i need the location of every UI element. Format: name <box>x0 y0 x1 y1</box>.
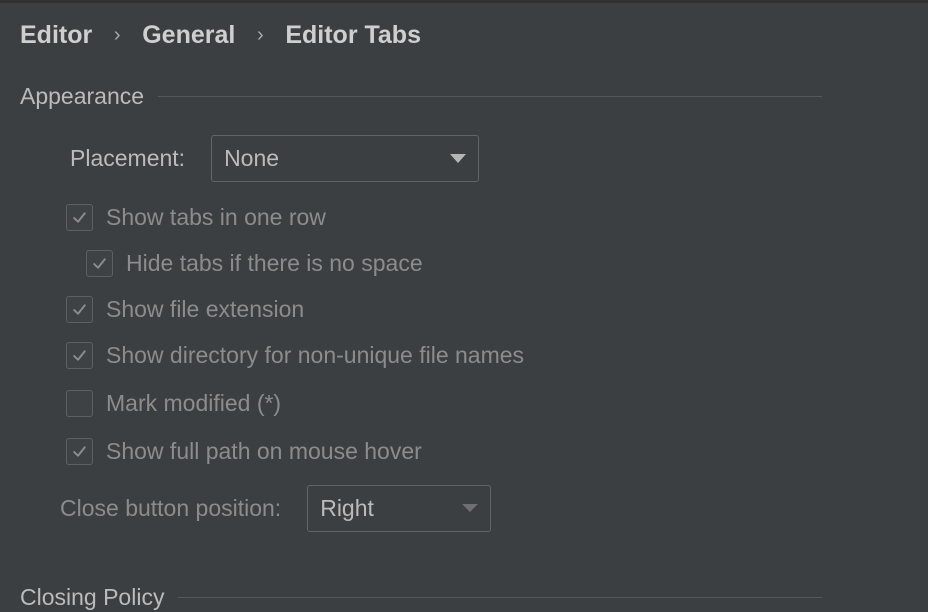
appearance-section-title: Appearance <box>20 82 145 109</box>
close-button-position-label: Close button position: <box>60 494 282 521</box>
checkmark-icon <box>73 445 86 457</box>
close-button-position-dropdown[interactable]: Right <box>307 484 492 532</box>
checkbox[interactable] <box>66 203 93 231</box>
checkbox[interactable] <box>66 341 93 369</box>
dropdown-arrow-icon <box>450 154 467 163</box>
checkbox[interactable] <box>66 437 93 465</box>
dropdown-arrow-icon <box>462 504 479 512</box>
closing-policy-section-title: Closing Policy <box>20 583 165 610</box>
checkbox-hide-tabs-if-no-space[interactable]: Hide tabs if there is no space <box>86 249 423 277</box>
checkbox-show-file-extension[interactable]: Show file extension <box>66 295 304 323</box>
window-top-border <box>0 0 928 3</box>
checkbox-label: Mark modified (*) <box>106 389 282 416</box>
checkmark-icon <box>73 303 86 315</box>
section-divider <box>178 596 822 598</box>
placement-label: Placement: <box>70 145 186 171</box>
checkbox[interactable] <box>66 389 93 417</box>
checkbox-show-directory-non-unique[interactable]: Show directory for non-unique file names <box>66 341 524 369</box>
checkbox-label: Show tabs in one row <box>106 203 326 230</box>
breadcrumb: Editor › General › Editor Tabs <box>20 20 421 50</box>
section-divider <box>158 95 822 97</box>
checkbox-show-tabs-in-one-row[interactable]: Show tabs in one row <box>66 203 326 231</box>
breadcrumb-item-general[interactable]: General <box>142 21 235 50</box>
breadcrumb-item-editor[interactable]: Editor <box>20 21 92 50</box>
closing-policy-section-header: Closing Policy <box>20 582 822 612</box>
checkmark-icon <box>73 211 86 223</box>
close-button-position-row: Close button position: Right <box>60 484 492 532</box>
chevron-right-icon: › <box>113 23 121 46</box>
checkbox-label: Show file extension <box>106 295 305 322</box>
placement-dropdown[interactable]: None <box>211 135 480 182</box>
checkmark-icon <box>93 257 106 269</box>
checkbox-label: Show directory for non-unique file names <box>106 341 525 368</box>
checkmark-icon <box>73 349 86 361</box>
breadcrumb-item-editor-tabs: Editor Tabs <box>285 20 421 49</box>
checkbox[interactable] <box>66 295 93 323</box>
placement-row: Placement: None <box>70 135 480 182</box>
checkbox-show-full-path-hover[interactable]: Show full path on mouse hover <box>66 437 422 465</box>
chevron-right-icon: › <box>256 23 264 46</box>
checkbox[interactable] <box>86 249 113 277</box>
checkbox-label: Hide tabs if there is no space <box>126 249 423 276</box>
checkbox-mark-modified[interactable]: Mark modified (*) <box>66 389 281 417</box>
checkbox-label: Show full path on mouse hover <box>106 437 422 464</box>
close-button-position-value: Right <box>320 494 374 521</box>
appearance-section-header: Appearance <box>20 81 822 111</box>
placement-value: None <box>224 145 280 171</box>
